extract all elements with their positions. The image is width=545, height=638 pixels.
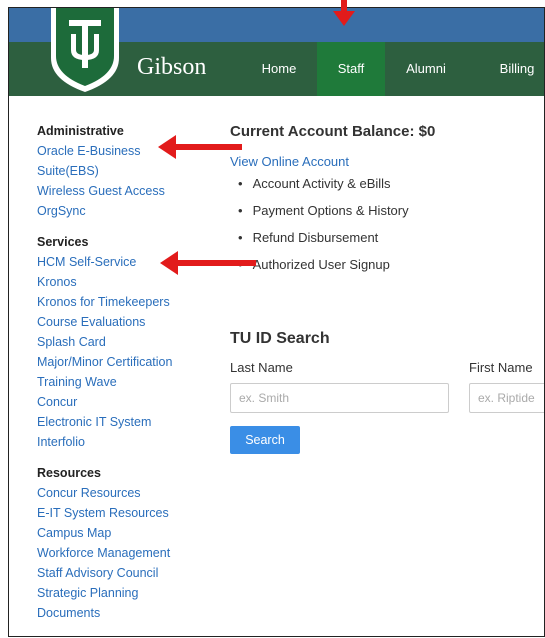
nav-home[interactable]: Home (253, 42, 305, 96)
bullet-refund-disbursement: Refund Disbursement (230, 227, 544, 254)
link-suite-ebs[interactable]: Suite(EBS) (37, 161, 217, 181)
left-arrow-annotation-hcm (160, 251, 256, 275)
brand-name[interactable]: Gibson (137, 54, 206, 81)
last-name-label: Last Name (230, 360, 293, 375)
link-concur[interactable]: Concur (37, 392, 217, 412)
nav-staff[interactable]: Staff (317, 42, 385, 96)
view-online-account-link[interactable]: View Online Account (230, 151, 544, 173)
account-balance-title: Current Account Balance: $0 (230, 123, 436, 140)
down-arrow-annotation (333, 0, 355, 26)
link-major-minor-certification[interactable]: Major/Minor Certification (37, 352, 217, 372)
left-arrow-annotation-ebusiness (158, 135, 242, 159)
link-splash-card[interactable]: Splash Card (37, 332, 217, 352)
link-wireless-guest-access[interactable]: Wireless Guest Access (37, 181, 217, 201)
link-eit-system-resources[interactable]: E-IT System Resources (37, 503, 217, 523)
account-bullet-list: Account Activity & eBills Payment Option… (230, 173, 544, 281)
bullet-payment-options: Payment Options & History (230, 200, 544, 227)
sidebar: Administrative Oracle E-Business Suite(E… (37, 121, 217, 634)
link-workforce-management[interactable]: Workforce Management (37, 543, 217, 563)
link-training-wave[interactable]: Training Wave (37, 372, 217, 392)
link-concur-resources[interactable]: Concur Resources (37, 483, 217, 503)
link-electronic-it-system[interactable]: Electronic IT System (37, 412, 217, 432)
tu-shield-logo[interactable] (49, 7, 121, 92)
services-heading: Services (37, 235, 89, 249)
bullet-authorized-user-signup: Authorized User Signup (230, 254, 544, 281)
link-kronos-timekeepers[interactable]: Kronos for Timekeepers (37, 292, 217, 312)
tu-id-search-title: TU ID Search (230, 330, 330, 347)
link-campus-map[interactable]: Campus Map (37, 523, 217, 543)
resources-group: Resources Concur Resources E-IT System R… (37, 463, 217, 623)
link-interfolio[interactable]: Interfolio (37, 432, 217, 452)
link-staff-advisory-council[interactable]: Staff Advisory Council (37, 563, 217, 583)
search-button[interactable]: Search (230, 426, 300, 454)
link-course-evaluations[interactable]: Course Evaluations (37, 312, 217, 332)
nav-alumni[interactable]: Alumni (395, 42, 457, 96)
main-content: Current Account Balance: $0 View Online … (230, 121, 544, 454)
link-strategic-planning[interactable]: Strategic Planning (37, 583, 217, 603)
nav-billing[interactable]: Billing (491, 42, 543, 96)
first-name-label: First Name (469, 360, 533, 375)
page-frame: Gibson Home Staff Alumni Billing Adminis… (8, 7, 545, 637)
bullet-account-activity: Account Activity & eBills (230, 173, 544, 200)
link-orgsync[interactable]: OrgSync (37, 201, 217, 221)
first-name-input[interactable]: ex. Riptide (469, 383, 544, 413)
link-documents[interactable]: Documents (37, 603, 217, 623)
resources-heading: Resources (37, 466, 101, 480)
last-name-input[interactable]: ex. Smith (230, 383, 449, 413)
